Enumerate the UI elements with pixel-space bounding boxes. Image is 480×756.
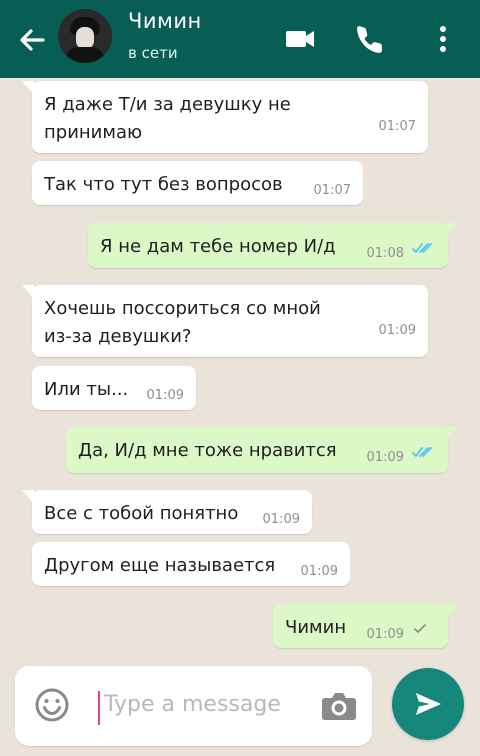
message-input[interactable]: Type a message — [104, 692, 281, 717]
message-time: 01:08 — [366, 246, 404, 261]
message-time: 01:09 — [366, 450, 404, 465]
contact-status: в сети — [128, 44, 178, 62]
message-bubble-incoming[interactable]: Другом еще называется 01:09 — [32, 542, 350, 586]
read-receipt-icon — [412, 447, 432, 457]
send-button[interactable] — [392, 668, 464, 740]
message-bubble-incoming[interactable]: Или ты... 01:09 — [32, 366, 196, 410]
avatar-face — [76, 27, 94, 49]
message-time: 01:07 — [378, 119, 416, 134]
message-text: Все с тобой понятно — [44, 503, 239, 524]
camera-icon[interactable] — [318, 684, 360, 726]
message-time: 01:07 — [313, 183, 351, 198]
contact-name[interactable]: Чимин — [128, 9, 202, 33]
message-bubble-incoming[interactable]: Хочешь поссориться со мной из-за девушки… — [22, 285, 428, 357]
back-arrow-icon[interactable] — [14, 22, 50, 58]
message-bubble-incoming[interactable]: Все с тобой понятно 01:09 — [22, 490, 312, 534]
message-text: Я не дам тебе номер И/д — [100, 236, 336, 257]
emoji-icon[interactable] — [32, 685, 72, 725]
voice-call-icon[interactable] — [351, 19, 391, 59]
message-time: 01:09 — [146, 388, 184, 403]
message-text: Другом еще называется — [44, 555, 276, 576]
message-time: 01:09 — [378, 323, 416, 338]
chat-header: Чимин в сети — [0, 0, 480, 78]
message-bubble-outgoing[interactable]: Чимин 01:09 — [273, 604, 458, 648]
message-time: 01:09 — [366, 627, 404, 642]
message-text: Я даже Т/и за девушку не принимаю — [44, 94, 291, 143]
message-time: 01:09 — [300, 564, 338, 579]
message-text: Или ты... — [44, 379, 129, 400]
chat-area: Я даже Т/и за девушку не принимаю 01:07 … — [0, 78, 480, 666]
avatar-body — [66, 47, 104, 63]
send-arrow-icon — [416, 693, 441, 715]
read-receipt-icon — [412, 243, 432, 253]
text-cursor — [98, 691, 100, 725]
message-composer[interactable]: Type a message — [15, 666, 372, 746]
message-text: Так что тут без вопросов — [44, 174, 283, 195]
avatar[interactable] — [58, 9, 112, 63]
message-bubble-outgoing[interactable]: Да, И/д мне тоже нравится 01:09 — [66, 427, 458, 473]
composer-bar: Type a message — [0, 666, 480, 756]
more-options-icon[interactable] — [423, 19, 463, 59]
message-bubble-incoming[interactable]: Я даже Т/и за девушку не принимаю 01:07 — [22, 81, 428, 153]
video-call-icon[interactable] — [280, 19, 320, 59]
message-text: Да, И/д мне тоже нравится — [78, 440, 337, 461]
message-bubble-outgoing[interactable]: Я не дам тебе номер И/д 01:08 — [88, 223, 458, 268]
sent-check-icon — [414, 624, 426, 633]
message-bubble-incoming[interactable]: Так что тут без вопросов 01:07 — [32, 161, 363, 205]
message-time: 01:09 — [262, 512, 300, 527]
message-text: Чимин — [285, 617, 347, 638]
message-text: Хочешь поссориться со мной из-за девушки… — [44, 298, 321, 347]
